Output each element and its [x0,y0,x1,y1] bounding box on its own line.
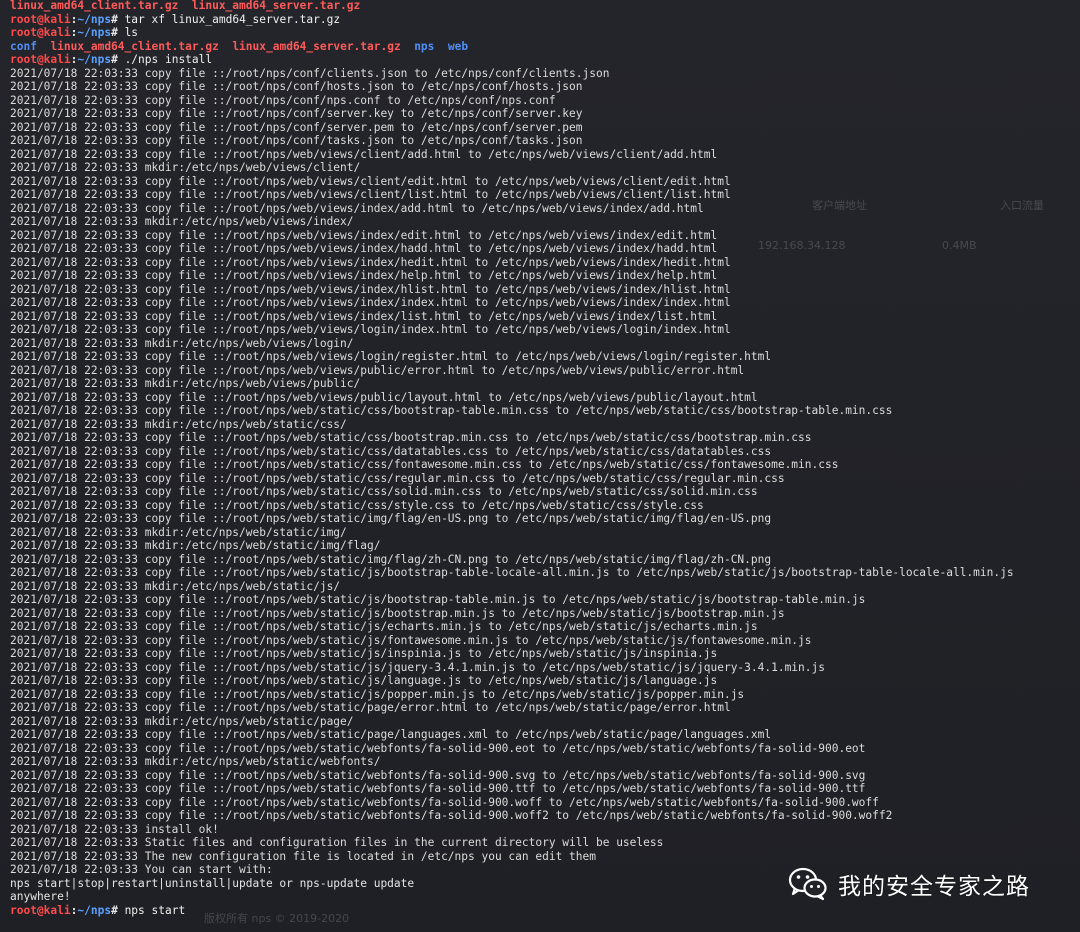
log-line: 2021/07/18 22:03:33 copy file ::/root/np… [10,323,731,336]
header-files-line: linux_amd64_client.tar.gz linux_amd64_se… [10,0,1014,13]
log-line: 2021/07/18 22:03:33 mkdir:/etc/nps/web/s… [10,525,347,539]
log-line: 2021/07/18 22:03:33 copy file ::/root/np… [10,620,758,633]
log-line: 2021/07/18 22:03:33 copy file ::/root/np… [10,120,583,134]
prompt-symbol: # [111,12,118,26]
prompt-user-host: root@kali [10,903,71,917]
log-line: 2021/07/18 22:03:33 mkdir:/etc/nps/web/v… [10,161,361,174]
log-line: 2021/07/18 22:03:33 copy file ::/root/np… [10,390,758,404]
log-line: 2021/07/18 22:03:33 copy file ::/root/np… [10,309,718,323]
log-line: 2021/07/18 22:03:33 Static files and con… [10,836,664,849]
log-line: 2021/07/18 22:03:33 copy file ::/root/np… [10,647,718,660]
prompt-path: ~/nps [77,903,112,917]
log-line: 2021/07/18 22:03:33 copy file ::/root/np… [10,444,772,458]
log-line: 2021/07/18 22:03:33 copy file ::/root/np… [10,782,866,795]
log-line: 2021/07/18 22:03:33 copy file ::/root/np… [10,66,610,80]
log-line: 2021/07/18 22:03:33 copy file ::/root/np… [10,431,812,444]
log-line: 2021/07/18 22:03:33 copy file ::/root/np… [10,458,839,471]
command-extract: tar xf linux_amd64_server.tar.gz [124,12,341,26]
log-line: 2021/07/18 22:03:33 copy file ::/root/np… [10,660,825,674]
prompt-user-host: root@kali [10,12,71,26]
log-line: 2021/07/18 22:03:33 install ok! [10,822,219,836]
log-line: 2021/07/18 22:03:33 copy file ::/root/np… [10,350,772,363]
log-line: 2021/07/18 22:03:33 copy file ::/root/np… [10,728,772,741]
log-line: 2021/07/18 22:03:33 copy file ::/root/np… [10,363,745,377]
log-line: 2021/07/18 22:03:33 copy file ::/root/np… [10,485,758,498]
log-line: 2021/07/18 22:03:33 copy file ::/root/np… [10,242,718,255]
log-line: 2021/07/18 22:03:33 mkdir:/etc/nps/web/s… [10,579,341,593]
log-line: 2021/07/18 22:03:33 copy file ::/root/np… [10,566,1014,579]
log-line: 2021/07/18 22:03:33 copy file ::/root/np… [10,809,893,822]
command-list: ls [124,26,139,39]
log-line: 2021/07/18 22:03:33 copy file ::/root/np… [10,498,704,512]
prompt-path: ~/nps [77,26,112,39]
command-install: ./nps install [124,53,213,66]
prompt-line: root@kali:~/nps# tar xf linux_amd64_serv… [10,12,341,26]
terminal-cursor [185,905,192,917]
watermark-text: 我的安全专家之路 [838,874,1030,900]
log-line: 2021/07/18 22:03:33 copy file ::/root/np… [10,93,556,107]
ls-entry: linux_amd64_server.tar.gz [232,39,401,53]
terminal-window[interactable]: 客户端地址 入口流量 192.168.34.128 0.4MB 版权所有 nps… [0,0,1080,932]
ls-entry: linux_amd64_client.tar.gz [50,39,219,53]
prompt-line: root@kali:~/nps# ./nps install [10,53,213,66]
log-line: 2021/07/18 22:03:33 copy file ::/root/np… [10,552,772,566]
terminal-output[interactable]: linux_amd64_client.tar.gz linux_amd64_se… [10,0,1014,917]
log-line: 2021/07/18 22:03:33 mkdir:/etc/nps/web/v… [10,215,354,228]
header-file: linux_amd64_client.tar.gz [10,0,179,12]
install-log: 2021/07/18 22:03:33 copy file ::/root/np… [10,67,1014,877]
watermark: 我的安全专家之路 [788,864,1030,904]
log-line: 2021/07/18 22:03:33 copy file ::/root/np… [10,269,718,282]
log-line: 2021/07/18 22:03:33 copy file ::/root/np… [10,768,866,782]
ls-entry: nps [414,39,435,53]
log-line: 2021/07/18 22:03:33 copy file ::/root/np… [10,296,731,309]
ls-output-line: conf linux_amd64_client.tar.gz linux_amd… [10,40,1014,54]
log-line: 2021/07/18 22:03:33 copy file ::/root/np… [10,795,879,809]
prompt-user-host: root@kali [10,26,71,39]
log-line: 2021/07/18 22:03:33 The new configuratio… [10,849,596,863]
ls-entry: conf [10,39,37,53]
log-line: 2021/07/18 22:03:33 mkdir:/etc/nps/web/s… [10,417,347,431]
log-line: 2021/07/18 22:03:33 copy file ::/root/np… [10,282,731,296]
log-line: 2021/07/18 22:03:33 copy file ::/root/np… [10,606,785,620]
log-line: 2021/07/18 22:03:33 copy file ::/root/np… [10,687,745,701]
prompt-symbol: # [111,26,118,39]
log-line: 2021/07/18 22:03:33 mkdir:/etc/nps/web/s… [10,714,354,728]
log-line: 2021/07/18 22:03:33 mkdir:/etc/nps/web/s… [10,539,381,552]
prompt-user-host: root@kali [10,53,71,66]
log-line: 2021/07/18 22:03:33 copy file ::/root/np… [10,593,866,606]
log-line: 2021/07/18 22:03:33 copy file ::/root/np… [10,188,731,201]
header-file: linux_amd64_server.tar.gz [191,0,361,12]
command-start: nps start [124,903,186,917]
log-line: 2021/07/18 22:03:33 copy file ::/root/np… [10,228,718,242]
log-line: 2021/07/18 22:03:33 copy file ::/root/np… [10,404,893,417]
log-line: 2021/07/18 22:03:33 copy file ::/root/np… [10,107,583,120]
prompt-symbol: # [111,903,118,917]
prompt-path: ~/nps [77,53,112,66]
log-line: 2021/07/18 22:03:33 copy file ::/root/np… [10,201,704,215]
log-line: 2021/07/18 22:03:33 mkdir:/etc/nps/web/s… [10,755,381,768]
log-line: 2021/07/18 22:03:33 copy file ::/root/np… [10,633,812,647]
log-line: 2021/07/18 22:03:33 copy file ::/root/np… [10,134,583,147]
prompt-symbol: # [111,53,118,66]
log-line: 2021/07/18 22:03:33 copy file ::/root/np… [10,512,772,525]
log-line: 2021/07/18 22:03:33 mkdir:/etc/nps/web/v… [10,377,361,390]
log-line: 2021/07/18 22:03:33 copy file ::/root/np… [10,674,718,687]
prompt-line-current[interactable]: root@kali:~/nps# nps start [10,904,1014,918]
log-line: 2021/07/18 22:03:33 copy file ::/root/np… [10,741,866,755]
log-line: 2021/07/18 22:03:33 copy file ::/root/np… [10,255,731,269]
log-line: 2021/07/18 22:03:33 mkdir:/etc/nps/web/v… [10,336,354,350]
prompt-path: ~/nps [77,12,112,26]
log-line: 2021/07/18 22:03:33 copy file ::/root/np… [10,701,731,714]
log-line: 2021/07/18 22:03:33 copy file ::/root/np… [10,80,583,93]
prompt-line: root@kali:~/nps# ls [10,26,139,39]
log-line: 2021/07/18 22:03:33 copy file ::/root/np… [10,147,718,161]
ls-entry: web [447,39,469,53]
log-line: 2021/07/18 22:03:33 copy file ::/root/np… [10,174,731,188]
log-line: 2021/07/18 22:03:33 copy file ::/root/np… [10,471,785,485]
wechat-icon [788,867,828,901]
